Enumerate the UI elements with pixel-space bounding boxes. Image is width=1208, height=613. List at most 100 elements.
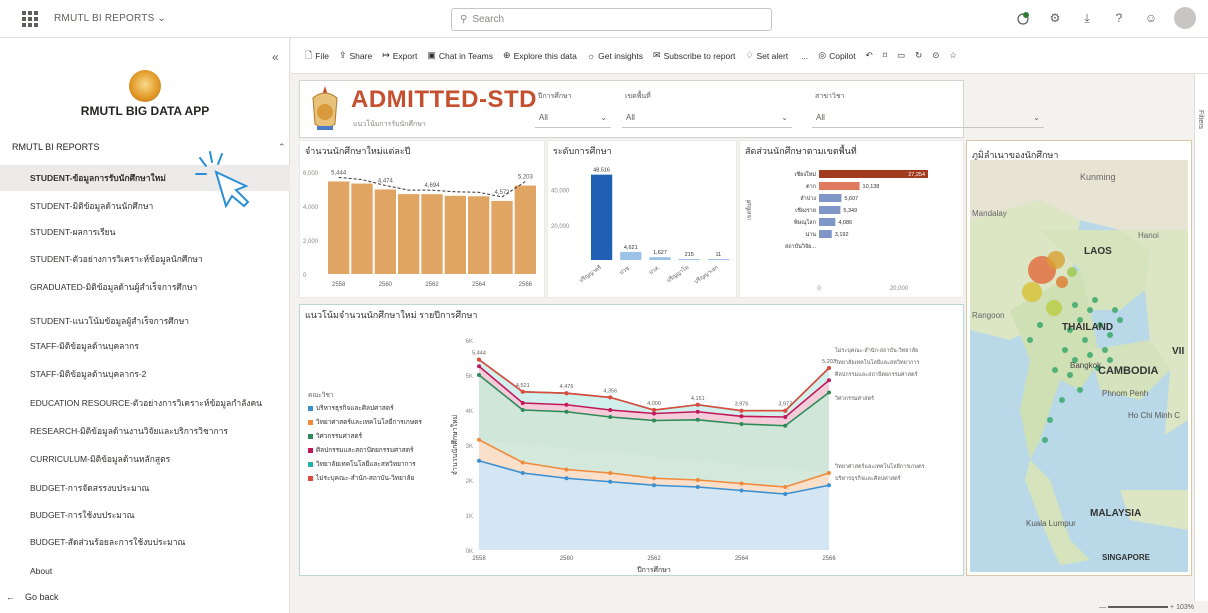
- cmd-export-button[interactable]: ↦ Export: [382, 50, 417, 61]
- data-label: 10,138: [863, 184, 880, 190]
- bar: [374, 189, 396, 274]
- sidebar-item-graduated[interactable]: GRADUATED-มิติข้อมูลด้านผู้สำเร็จการศึกษ…: [0, 274, 290, 300]
- sidebar-item-about[interactable]: About: [0, 558, 290, 584]
- chevron-down-icon: ⌄: [600, 113, 607, 122]
- zoom-level[interactable]: — + 103%: [1099, 604, 1194, 611]
- bar: [819, 206, 841, 214]
- app-title: RMUTL BIG DATA APP: [80, 104, 210, 118]
- view-icon[interactable]: ▭: [897, 50, 905, 61]
- refresh-icon[interactable]: ↻: [915, 50, 922, 61]
- svg-text:Hanoi: Hanoi: [1138, 231, 1159, 240]
- data-point: [739, 488, 744, 493]
- sidebar-item-student-grades[interactable]: STUDENT-ผลการเรียน: [0, 219, 290, 245]
- collapse-sidebar-icon[interactable]: «: [272, 50, 279, 64]
- x-tick-label: ปวส.: [648, 264, 662, 277]
- sidebar-item-graduate-trend[interactable]: STUDENT-แนวโน้มข้อมูลผู้สำเร็จการศึกษา: [0, 308, 290, 334]
- sidebar-item-staff-2[interactable]: STAFF-มิติข้อมูลด้านบุคลากร-2: [0, 361, 290, 387]
- y-tick-label: 4K: [466, 409, 473, 415]
- bar: [468, 196, 490, 274]
- sidebar-item-budget-allocation[interactable]: BUDGET-การจัดสรรงบประมาณ: [0, 475, 290, 501]
- data-point: [783, 485, 788, 489]
- svg-text:LAOS: LAOS: [1084, 246, 1112, 257]
- data-label: 4,521: [516, 383, 530, 389]
- sidebar-item-student-analysis[interactable]: STUDENT-ตัวอย่างการวิเคราะห์ข้อมูลนักศึก…: [0, 246, 290, 272]
- chart-campus: เชียงใหม่ 27,254 ตาก 10,138 ลำปาง 5,607 เชียงร…: [745, 170, 929, 292]
- data-point: [739, 422, 744, 426]
- x-tick-label: 2560: [379, 282, 393, 288]
- x-tick-label: 2562: [647, 556, 661, 562]
- bar: [591, 174, 613, 260]
- sidebar-item-staff[interactable]: STAFF-มิติข้อมูลด้านบุคลากร: [0, 333, 290, 359]
- data-point: [827, 390, 831, 395]
- filters-pane-label[interactable]: Filters: [1197, 110, 1204, 129]
- map-bubble-lampang[interactable]: [1056, 276, 1068, 288]
- settings-icon[interactable]: ⚙: [1046, 9, 1064, 27]
- cmd-bell-button[interactable]: ♢ Set alert: [745, 50, 788, 61]
- sidebar-item-budget-ratio[interactable]: BUDGET-สัดส่วนร้อยละการใช้งบประมาณ: [0, 529, 290, 555]
- y-tick-label: 40,000: [551, 189, 570, 195]
- workspace-name[interactable]: RMUTL BI REPORTS ⌄: [54, 13, 166, 24]
- x-tick-label: 2560: [560, 556, 574, 562]
- go-back-button[interactable]: ← Go back: [6, 592, 59, 602]
- bar: [819, 182, 860, 190]
- cmd-share-button[interactable]: ⇪ Share: [339, 50, 372, 61]
- notifications-icon[interactable]: [1014, 9, 1032, 27]
- cmd-bulb-button[interactable]: ☼ Get insights: [587, 51, 643, 61]
- cmd-subscribe-button[interactable]: ✉ Subscribe to report: [653, 50, 735, 61]
- bookmark-icon[interactable]: ⌑: [883, 50, 887, 61]
- svg-text:Phnom Penh: Phnom Penh: [1102, 389, 1148, 398]
- app-launcher-icon[interactable]: [20, 9, 40, 29]
- pin-icon[interactable]: ⊙: [932, 50, 939, 61]
- data-point: [564, 476, 569, 481]
- cmd-file-button[interactable]: 🗋 File: [305, 48, 329, 64]
- map-bubble-chiangrai[interactable]: [1047, 251, 1065, 269]
- x-tick-label: 20,000: [890, 286, 909, 292]
- download-icon[interactable]: ⤓: [1078, 9, 1096, 27]
- avatar[interactable]: [1174, 7, 1196, 29]
- data-point: [695, 402, 700, 407]
- data-label: 5,444: [331, 170, 347, 176]
- data-point: [695, 478, 700, 482]
- data-label: 48,516: [593, 168, 610, 174]
- data-point: [827, 378, 831, 383]
- sidebar-item-education-resource[interactable]: EDUCATION RESOURCE-ตัวอย่างการวิเคราะห์ข…: [0, 390, 290, 416]
- feedback-icon[interactable]: ☺: [1142, 9, 1160, 27]
- map-bubble-phitsanulok[interactable]: [1046, 300, 1062, 316]
- data-point: [695, 417, 700, 422]
- sidebar-item-budget-usage[interactable]: BUDGET-การใช้งบประมาณ: [0, 502, 290, 528]
- data-point: [564, 409, 569, 414]
- data-point: [695, 409, 700, 414]
- cmd-explore-button[interactable]: ⊕ Explore this data: [503, 50, 577, 61]
- data-label: 4,086: [838, 220, 852, 226]
- data-label: 27,254: [908, 172, 925, 178]
- bar: [819, 218, 836, 226]
- status-bar: [291, 601, 1208, 613]
- sidebar-item-curriculum[interactable]: CURRICULUM-มิติข้อมูลด้านหลักสูตร: [0, 446, 290, 472]
- undo-icon[interactable]: ↶: [866, 50, 873, 61]
- bar: [351, 183, 373, 274]
- slicer-campus-dropdown[interactable]: All ⌄: [622, 110, 792, 128]
- map-bubble-tak[interactable]: [1022, 282, 1042, 302]
- star-icon[interactable]: ☆: [949, 50, 957, 61]
- filters-pane[interactable]: [1194, 74, 1208, 613]
- bar: [491, 200, 513, 274]
- cmd-teams-button[interactable]: ▣ Chat in Teams: [427, 50, 493, 61]
- report-title: ADMITTED-STD: [351, 86, 537, 113]
- map-bubble-nan[interactable]: [1067, 267, 1077, 277]
- chevron-up-icon[interactable]: ⌃: [278, 142, 286, 153]
- cmd-more-button[interactable]: ...: [798, 51, 808, 61]
- y-tick-label: 6K: [466, 339, 473, 345]
- y-axis-title: จำนวนนักศึกษาใหม่: [450, 415, 459, 475]
- map-visual[interactable]: Kunming Mandalay Hanoi LAOS Rangoon THAI…: [970, 160, 1188, 572]
- slicer-year-dropdown[interactable]: All ⌄: [535, 110, 611, 128]
- help-icon[interactable]: ?: [1110, 9, 1128, 27]
- end-label: บริหารธุรกิจและศิลปศาสตร์: [835, 475, 901, 482]
- slicer-program-dropdown[interactable]: All ⌄: [812, 110, 1044, 128]
- search-box[interactable]: ⚲ Search: [451, 8, 772, 31]
- sidebar-item-research[interactable]: RESEARCH-มิติข้อมูลด้านงานวิจัยและบริการ…: [0, 418, 290, 444]
- data-label: 1,627: [653, 250, 667, 256]
- copilot-icon: ◎: [818, 50, 827, 60]
- data-label: 4,000: [647, 401, 661, 407]
- x-tick-label: ปริญญาเอก: [693, 264, 719, 285]
- cmd-copilot-button[interactable]: ◎ Copilot: [818, 50, 855, 61]
